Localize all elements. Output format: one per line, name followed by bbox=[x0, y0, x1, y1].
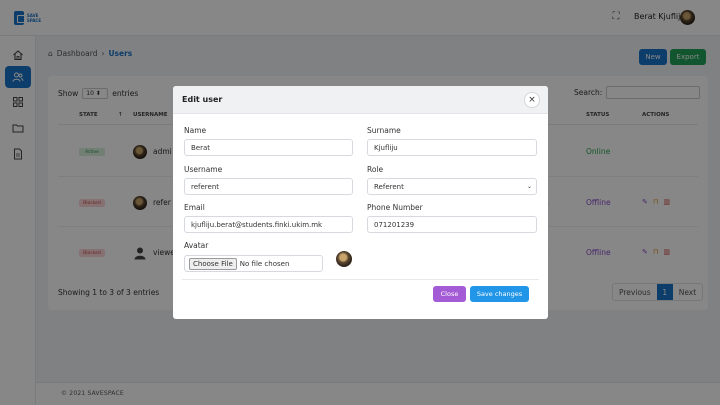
close-button[interactable]: Close bbox=[433, 286, 466, 302]
phone-label: Phone Number bbox=[367, 203, 423, 212]
role-value: Referent bbox=[374, 182, 404, 191]
file-status: No file chosen bbox=[239, 259, 290, 268]
avatar-label: Avatar bbox=[184, 241, 209, 250]
email-field[interactable]: kjufliju.berat@students.finki.ukim.mk bbox=[184, 216, 353, 233]
name-label: Name bbox=[184, 126, 207, 135]
surname-label: Surname bbox=[367, 126, 401, 135]
email-label: Email bbox=[184, 203, 205, 212]
surname-field[interactable]: Kjufliju bbox=[367, 139, 537, 156]
username-label: Username bbox=[184, 165, 223, 174]
username-field[interactable]: referent bbox=[184, 178, 353, 195]
username-value: referent bbox=[191, 182, 220, 191]
email-value: kjufliju.berat@students.finki.ukim.mk bbox=[191, 220, 323, 229]
avatar-preview bbox=[336, 251, 352, 267]
role-label: Role bbox=[367, 165, 384, 174]
name-field[interactable]: Berat bbox=[184, 139, 353, 156]
modal-footer-divider bbox=[182, 279, 539, 280]
surname-value: Kjufliju bbox=[374, 143, 398, 152]
chevron-down-icon: ⌄ bbox=[526, 183, 532, 190]
save-changes-button[interactable]: Save changes bbox=[470, 286, 529, 302]
avatar-file-input[interactable]: Choose File No file chosen bbox=[184, 255, 323, 272]
phone-field[interactable]: 071201239 bbox=[367, 216, 537, 233]
role-select[interactable]: Referent ⌄ bbox=[367, 178, 537, 195]
modal-header: Edit user × bbox=[173, 86, 548, 114]
modal-title: Edit user bbox=[182, 95, 223, 104]
phone-value: 071201239 bbox=[374, 220, 415, 229]
edit-user-modal: Edit user × Name Berat Surname Kjufliju … bbox=[173, 86, 548, 319]
choose-file-button[interactable]: Choose File bbox=[189, 257, 237, 270]
name-value: Berat bbox=[191, 143, 211, 152]
close-icon[interactable]: × bbox=[524, 92, 540, 108]
